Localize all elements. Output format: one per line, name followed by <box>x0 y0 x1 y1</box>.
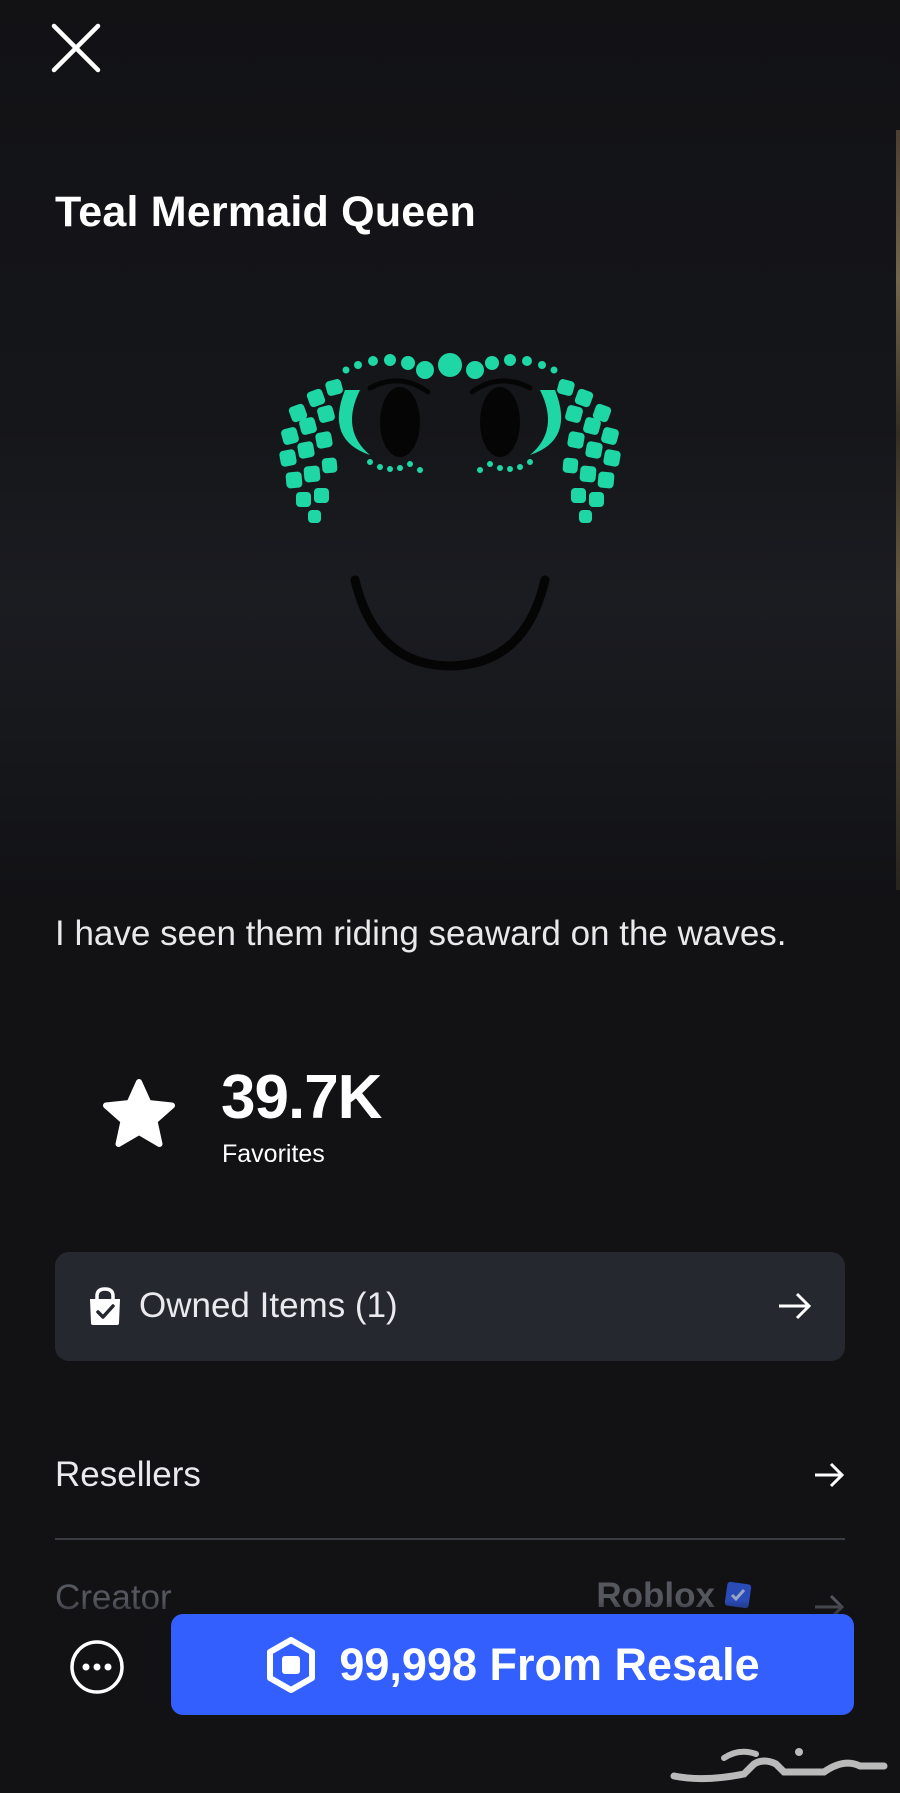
buy-from-resale-button[interactable]: 99,998 From Resale <box>171 1614 854 1715</box>
star-icon[interactable] <box>100 1078 178 1152</box>
resellers-button[interactable]: Resellers <box>55 1440 845 1540</box>
haraj-watermark-logo <box>670 1748 888 1783</box>
robux-icon <box>267 1636 316 1693</box>
arrow-right-icon <box>779 1292 812 1320</box>
shopping-bag-check-icon <box>90 1287 120 1325</box>
item-description: I have seen them riding seaward on the w… <box>55 914 787 953</box>
close-button[interactable] <box>40 12 112 84</box>
arrow-right-icon <box>815 1462 845 1488</box>
item-title: Teal Mermaid Queen <box>55 188 476 236</box>
close-icon <box>51 23 101 73</box>
buy-button-label: 99,998 From Resale <box>339 1638 760 1690</box>
divider <box>55 1538 845 1540</box>
owned-items-button[interactable]: Owned Items (1) <box>55 1252 845 1361</box>
scroll-indicator <box>896 130 900 890</box>
owned-items-label: Owned Items (1) <box>139 1286 398 1325</box>
favorites-count: 39.7K <box>221 1063 382 1132</box>
favorites-label: Favorites <box>222 1140 325 1168</box>
more-options-icon[interactable] <box>68 1638 126 1696</box>
item-image <box>279 353 621 671</box>
resellers-label: Resellers <box>55 1455 201 1494</box>
